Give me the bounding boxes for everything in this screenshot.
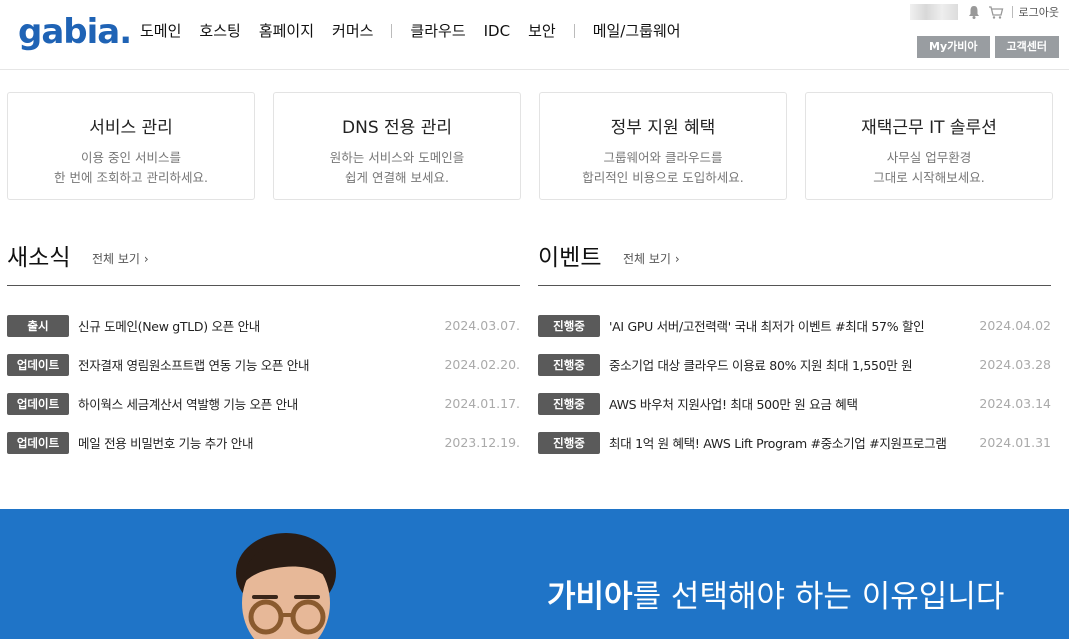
event-badge: 진행중 [538, 353, 600, 376]
card-title: 재택근무 IT 솔루션 [861, 118, 997, 138]
event-item[interactable]: 진행중 AWS 바우처 지원사업! 최대 500만 원 요금 혜택 2024.0… [538, 384, 1051, 423]
header-buttons: My가비아 고객센터 [912, 36, 1059, 58]
event-item[interactable]: 진행중 최대 1억 원 혜택! AWS Lift Program #중소기업 #… [538, 423, 1051, 462]
bell-icon[interactable] [966, 4, 982, 20]
events-list: 진행중 'AI GPU 서버/고전력랙' 국내 최저가 이벤트 #최대 57% … [538, 306, 1051, 462]
event-item-date: 2024.03.14 [979, 396, 1051, 411]
news-badge: 업데이트 [7, 431, 69, 454]
nav-homepage[interactable]: 홈페이지 [259, 20, 314, 41]
nav-divider [573, 23, 575, 38]
customer-center-button[interactable]: 고객센터 [994, 36, 1059, 58]
news-view-all-link[interactable]: 전체 보기 › [92, 250, 149, 267]
spokesperson-image [236, 533, 336, 639]
nav-mail-groupware[interactable]: 메일/그룹웨어 [593, 20, 681, 41]
nav-hosting[interactable]: 호스팅 [199, 20, 240, 41]
news-item-title[interactable]: 하이웍스 세금계산서 역발행 기능 오픈 안내 [78, 394, 298, 413]
news-badge: 업데이트 [7, 392, 69, 415]
news-item[interactable]: 업데이트 하이웍스 세금계산서 역발행 기능 오픈 안내 2024.01.17. [7, 384, 520, 423]
user-name-blurred [909, 4, 958, 20]
news-section: 새소식 전체 보기 › 출시 신규 도메인(New gTLD) 오픈 안내 20… [7, 236, 520, 462]
events-section: 이벤트 전체 보기 › 진행중 'AI GPU 서버/고전력랙' 국내 최저가 … [538, 236, 1051, 462]
card-remote-work[interactable]: 재택근무 IT 솔루션 사무실 업무환경 그대로 시작해보세요. [805, 92, 1053, 200]
nav-divider [391, 23, 393, 38]
card-desc: 그대로 시작해보세요. [873, 170, 985, 185]
events-header: 이벤트 전체 보기 › [538, 236, 1051, 286]
card-government-support[interactable]: 정부 지원 혜택 그룹웨어와 클라우드를 합리적인 비용으로 도입하세요. [539, 92, 787, 200]
card-desc: 그룹웨어와 클라우드를 [603, 150, 723, 165]
card-title: 정부 지원 혜택 [610, 118, 716, 138]
event-item-date: 2024.04.02 [979, 318, 1051, 333]
banner-headline: 가비아를 선택해야 하는 이유입니다 [547, 579, 1005, 615]
news-item-date: 2024.01.17. [444, 396, 520, 411]
chevron-right-icon: › [143, 252, 149, 266]
card-desc: 이용 중인 서비스를 [81, 150, 181, 165]
news-item-title[interactable]: 신규 도메인(New gTLD) 오픈 안내 [78, 316, 260, 335]
card-title: 서비스 관리 [89, 118, 173, 138]
card-desc: 원하는 서비스와 도메인을 [329, 150, 465, 165]
news-list: 출시 신규 도메인(New gTLD) 오픈 안내 2024.03.07. 업데… [7, 306, 520, 462]
card-desc: 쉽게 연결해 보세요. [345, 170, 449, 185]
site-header: gabia. 도메인 호스팅 홈페이지 커머스 클라우드 IDC 보안 메일/그… [0, 0, 1069, 70]
card-desc: 한 번에 조회하고 관리하세요. [54, 170, 208, 185]
event-item-title[interactable]: 중소기업 대상 클라우드 이용료 80% 지원 최대 1,550만 원 [609, 355, 913, 374]
main-nav: 도메인 호스팅 홈페이지 커머스 클라우드 IDC 보안 메일/그룹웨어 [140, 20, 699, 41]
nav-domain[interactable]: 도메인 [140, 20, 181, 41]
event-item-date: 2024.01.31 [979, 435, 1051, 450]
promo-banner: 가비아를 선택해야 하는 이유입니다 [0, 509, 1069, 639]
news-header: 새소식 전체 보기 › [7, 236, 520, 286]
news-item-title[interactable]: 전자결재 영림원소프트랩 연동 기능 오픈 안내 [78, 355, 309, 374]
logout-link[interactable]: 로그아웃 [1019, 4, 1059, 20]
event-item[interactable]: 진행중 중소기업 대상 클라우드 이용료 80% 지원 최대 1,550만 원 … [538, 345, 1051, 384]
events-view-all-link[interactable]: 전체 보기 › [623, 250, 680, 267]
news-item[interactable]: 업데이트 전자결재 영림원소프트랩 연동 기능 오픈 안내 2024.02.20… [7, 345, 520, 384]
event-item-title[interactable]: AWS 바우처 지원사업! 최대 500만 원 요금 혜택 [609, 394, 858, 413]
news-badge: 업데이트 [7, 353, 69, 376]
utility-bar: 로그아웃 [909, 4, 1059, 20]
news-item[interactable]: 업데이트 메일 전용 비밀번호 기능 추가 안내 2023.12.19. [7, 423, 520, 462]
card-desc: 합리적인 비용으로 도입하세요. [582, 170, 744, 185]
event-item-title[interactable]: 최대 1억 원 혜택! AWS Lift Program #중소기업 #지원프로… [609, 433, 947, 452]
nav-cloud[interactable]: 클라우드 [410, 20, 465, 41]
card-service-management[interactable]: 서비스 관리 이용 중인 서비스를 한 번에 조회하고 관리하세요. [7, 92, 255, 200]
gabia-logo[interactable]: gabia. [18, 12, 132, 52]
chevron-right-icon: › [674, 252, 680, 266]
event-badge: 진행중 [538, 431, 600, 454]
card-dns-management[interactable]: DNS 전용 관리 원하는 서비스와 도메인을 쉽게 연결해 보세요. [273, 92, 521, 200]
nav-commerce[interactable]: 커머스 [332, 20, 373, 41]
nav-security[interactable]: 보안 [528, 20, 556, 41]
cart-icon[interactable] [988, 4, 1004, 20]
news-item-date: 2024.03.07. [444, 318, 520, 333]
news-badge: 출시 [7, 314, 69, 337]
event-item-title[interactable]: 'AI GPU 서버/고전력랙' 국내 최저가 이벤트 #최대 57% 할인 [609, 316, 925, 335]
events-title: 이벤트 [538, 245, 602, 271]
card-title: DNS 전용 관리 [342, 118, 452, 138]
service-cards: 서비스 관리 이용 중인 서비스를 한 번에 조회하고 관리하세요. DNS 전… [7, 92, 1053, 200]
news-item-date: 2024.02.20. [444, 357, 520, 372]
news-item-title[interactable]: 메일 전용 비밀번호 기능 추가 안내 [78, 433, 253, 452]
my-gabia-button[interactable]: My가비아 [917, 36, 990, 58]
news-item-date: 2023.12.19. [444, 435, 520, 450]
event-item-date: 2024.03.28 [979, 357, 1051, 372]
util-divider [1011, 6, 1013, 18]
nav-idc[interactable]: IDC [484, 22, 510, 40]
event-item[interactable]: 진행중 'AI GPU 서버/고전력랙' 국내 최저가 이벤트 #최대 57% … [538, 306, 1051, 345]
news-item[interactable]: 출시 신규 도메인(New gTLD) 오픈 안내 2024.03.07. [7, 306, 520, 345]
event-badge: 진행중 [538, 314, 600, 337]
card-desc: 사무실 업무환경 [886, 150, 972, 165]
event-badge: 진행중 [538, 392, 600, 415]
news-title: 새소식 [7, 245, 71, 271]
